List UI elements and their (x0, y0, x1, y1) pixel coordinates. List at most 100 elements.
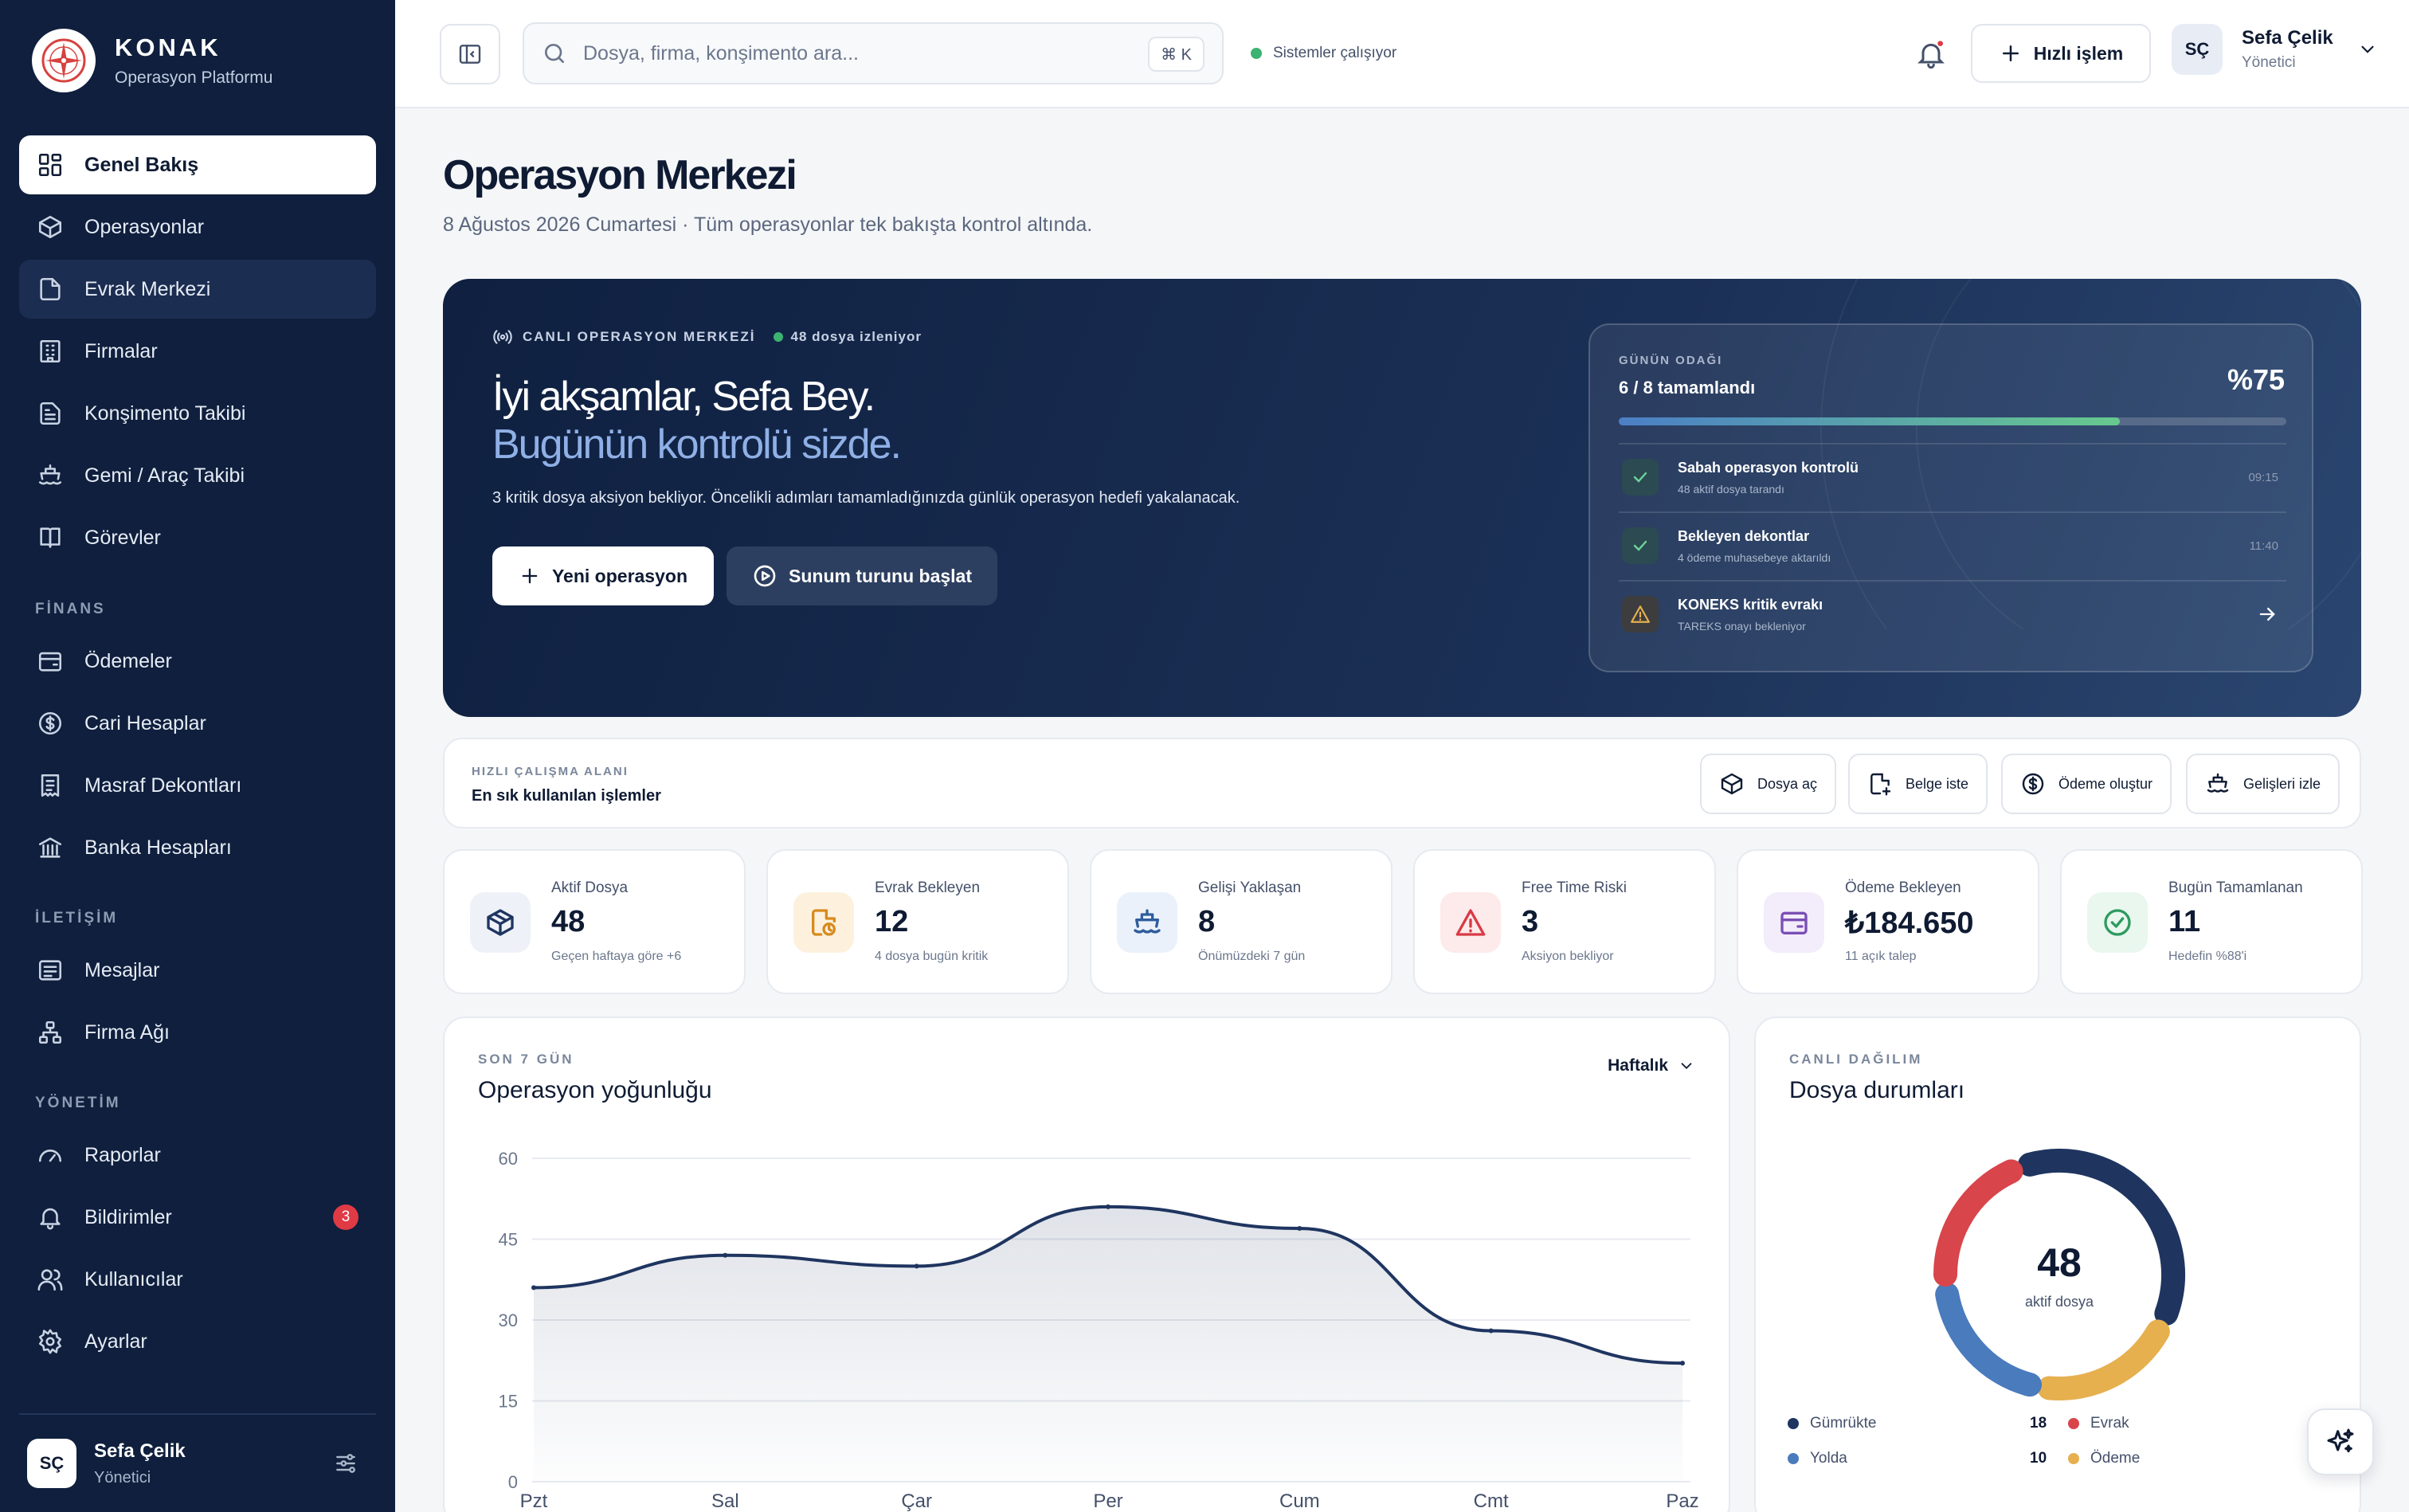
quick-action-label: Hızlı işlem (2033, 42, 2124, 64)
sidebar-item-company-network[interactable]: Firma Ağı (19, 1003, 376, 1062)
sidebar-item-vessel-tracking[interactable]: Gemi / Araç Takibi (19, 446, 376, 505)
box-icon (1721, 773, 1743, 795)
sidebar-item-overview[interactable]: Genel Bakış (19, 135, 376, 194)
sidebar-item-messages[interactable]: Mesajlar (19, 941, 376, 1000)
book-icon (40, 527, 61, 548)
sidebar-user-profile[interactable]: SÇ Sefa Çelik Yönetici (19, 1413, 376, 1512)
sidebar-item-label: Raporlar (84, 1143, 161, 1166)
sidebar-item-users[interactable]: Kullanıcılar (19, 1250, 376, 1309)
status-dot-icon (1251, 48, 1262, 59)
task-title: Sabah operasyon kontrolü (1678, 459, 1859, 476)
data-point (1297, 1225, 1302, 1231)
new-operation-button[interactable]: Yeni operasyon (492, 546, 714, 605)
sidebar-section-communication: İLETİŞİM (35, 910, 119, 926)
create-payment-label: Ödeme oluştur (2058, 775, 2153, 792)
sidebar-item-label: Bildirimler (84, 1205, 172, 1228)
sidebar-item-current-accounts[interactable]: Cari Hesaplar (19, 694, 376, 753)
stat-card-active-files[interactable]: Aktif Dosya 48 Geçen haftaya göre +6 (443, 849, 746, 994)
request-document-button[interactable]: Belge iste (1848, 754, 1988, 814)
goal-task-item[interactable]: Bekleyen dekontlar 4 ödeme muhasebeye ak… (1619, 511, 2286, 578)
goal-value: 6 / 8 tamamlandı (1619, 378, 1756, 398)
sidebar-item-settings[interactable]: Ayarlar (19, 1312, 376, 1371)
start-tour-button[interactable]: Sunum turunu başlat (727, 546, 997, 605)
search-placeholder: Dosya, firma, konşimento ara... (583, 41, 859, 65)
task-subtitle: TAREKS onayı bekleniyor (1678, 619, 1806, 633)
x-tick-label: Pzt (520, 1490, 548, 1512)
sidebar-item-documents[interactable]: Evrak Merkezi (19, 260, 376, 319)
request-document-label: Belge iste (1906, 775, 1969, 792)
sidebar-item-reports[interactable]: Raporlar (19, 1126, 376, 1185)
sidebar-item-bank-accounts[interactable]: Banka Hesapları (19, 818, 376, 877)
arrow-right-icon[interactable] (2256, 603, 2278, 625)
sliders-icon[interactable] (333, 1451, 358, 1476)
plus-icon (2002, 45, 2019, 61)
stat-card-completed-today[interactable]: Bugün Tamamlanan 11 Hedefin %88'i (2060, 849, 2363, 994)
hero-banner: CANLI OPERASYON MERKEZİ 48 dosya izleniy… (443, 279, 2361, 717)
legend-item: Gümrükte (1788, 1415, 1876, 1432)
legend-item: Ödeme (2068, 1450, 2140, 1467)
legend-item: Evrak (2068, 1415, 2129, 1432)
stat-label: Bugün Tamamlanan (2168, 879, 2303, 896)
stat-card-pending-documents[interactable]: Evrak Bekleyen 12 4 dosya bugün kritik (766, 849, 1069, 994)
page-title: Operasyon Merkezi (443, 152, 797, 198)
donut-slice-gümrükte[interactable] (2017, 1149, 2185, 1326)
search-input[interactable]: Dosya, firma, konşimento ara... ⌘ K (523, 22, 1224, 84)
topbar: Dosya, firma, konşimento ara... ⌘ K Sist… (395, 0, 2409, 108)
sidebar-section-management: YÖNETİM (35, 1095, 121, 1111)
goal-percent: %75 (2227, 363, 2285, 396)
sidebar-item-label: Görevler (84, 526, 161, 549)
new-operation-label: Yeni operasyon (551, 565, 687, 586)
sidebar-item-bill-of-lading[interactable]: Konşimento Takibi (19, 384, 376, 443)
hero-greeting: İyi akşamlar, Sefa Bey. (492, 374, 875, 420)
file-text-icon (40, 402, 61, 425)
stat-card-pending-payments[interactable]: Ödeme Bekleyen ₺184.650 11 açık talep (1737, 849, 2039, 994)
quick-work-label: HIZLI ÇALIŞMA ALANI (472, 765, 629, 778)
stat-card-free-time-risk[interactable]: Free Time Riski 3 Aksiyon bekliyor (1413, 849, 1716, 994)
sidebar-toggle-button[interactable] (440, 24, 500, 84)
legend-label: Ödeme (2090, 1450, 2141, 1467)
sidebar-item-operations[interactable]: Operasyonlar (19, 198, 376, 257)
brand[interactable]: KONAK Operasyon Platformu (32, 29, 272, 92)
y-tick-label: 15 (499, 1392, 518, 1412)
sidebar-item-label: Mesajlar (84, 958, 160, 981)
sidebar-item-label: Konşimento Takibi (84, 402, 246, 425)
open-file-button[interactable]: Dosya aç (1700, 754, 1837, 814)
sidebar-user-name: Sefa Çelik (94, 1440, 186, 1462)
stat-value: 48 (551, 905, 586, 938)
notifications-button[interactable] (1907, 30, 1955, 78)
sidebar-item-label: Evrak Merkezi (84, 277, 211, 300)
stat-subtext: 11 açık talep (1845, 950, 1917, 963)
donut-slice-ödeme[interactable] (2037, 1319, 2170, 1400)
operation-density-card: SON 7 GÜN Operasyon yoğunluğu Haftalık 0… (443, 1016, 1730, 1512)
legend-dot-icon (1788, 1418, 1799, 1429)
task-time: 09:15 (2248, 470, 2278, 484)
sidebar-item-companies[interactable]: Firmalar (19, 322, 376, 381)
sidebar-item-expense-receipts[interactable]: Masraf Dekontları (19, 756, 376, 815)
task-time: 11:40 (2249, 539, 2278, 553)
sidebar-section-finance: FİNANS (35, 601, 106, 617)
goal-task-item[interactable]: Sabah operasyon kontrolü 48 aktif dosya … (1619, 443, 2286, 510)
sidebar-item-payments[interactable]: Ödemeler (19, 632, 376, 691)
track-arrivals-button[interactable]: Gelişleri izle (2186, 754, 2340, 814)
x-tick-label: Cmt (1474, 1490, 1509, 1512)
x-tick-label: Cum (1279, 1490, 1320, 1512)
ai-assistant-button[interactable] (2307, 1408, 2374, 1475)
goal-label: GÜNÜN ODAĞI (1619, 354, 1723, 367)
goal-task-item[interactable]: KONEKS kritik evrakı TAREKS onayı beklen… (1619, 580, 2286, 647)
quick-action-button[interactable]: Hızlı işlem (1971, 24, 2151, 83)
create-payment-button[interactable]: Ödeme oluştur (2001, 754, 2172, 814)
sidebar-item-notifications[interactable]: Bildirimler 3 (19, 1188, 376, 1247)
user-menu[interactable]: SÇ Sefa Çelik Yönetici (2172, 24, 2378, 75)
stat-value: 8 (1198, 905, 1216, 938)
play-circle-icon (754, 565, 776, 587)
user-role: Yönetici (2242, 54, 2296, 71)
user-name: Sefa Çelik (2242, 27, 2333, 49)
stat-card-upcoming-arrivals[interactable]: Gelişi Yaklaşan 8 Önümüzdeki 7 gün (1090, 849, 1393, 994)
stat-label: Free Time Riski (1522, 879, 1627, 896)
sidebar-item-label: Ödemeler (84, 649, 172, 672)
ship-icon (38, 464, 62, 485)
sidebar-item-tasks[interactable]: Görevler (19, 508, 376, 567)
brand-title: KONAK (115, 33, 221, 61)
quick-work-title: En sık kullanılan işlemler (472, 787, 661, 805)
file-plus-icon (1870, 773, 1891, 796)
